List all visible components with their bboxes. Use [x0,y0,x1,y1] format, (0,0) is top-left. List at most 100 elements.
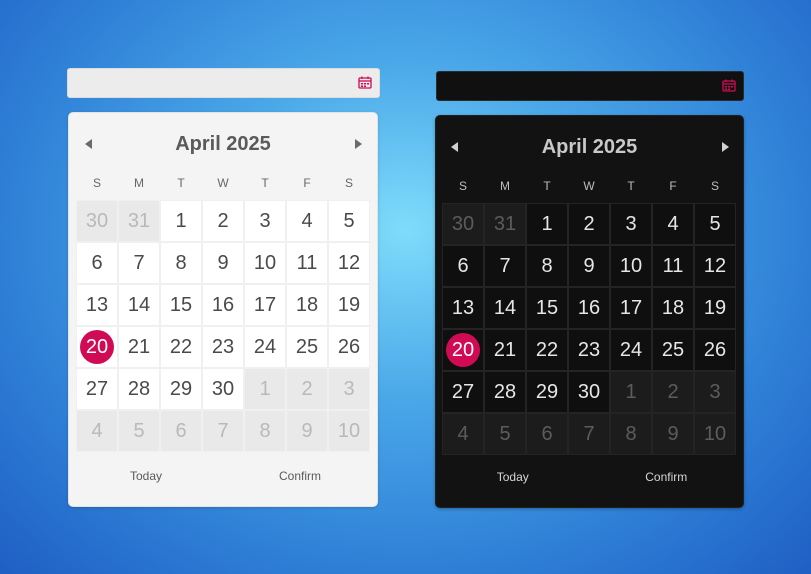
day-cell[interactable]: 22 [526,329,568,371]
day-cell[interactable]: 13 [76,284,118,326]
day-cell[interactable]: 2 [568,203,610,245]
day-cell[interactable]: 28 [484,371,526,413]
day-cell[interactable]: 4 [442,413,484,455]
day-cell[interactable]: 8 [610,413,652,455]
day-cell[interactable]: 20 [76,326,118,368]
day-cell[interactable]: 14 [118,284,160,326]
confirm-button[interactable]: Confirm [223,466,377,486]
month-title[interactable]: April 2025 [542,136,638,159]
day-cell[interactable]: 19 [328,284,370,326]
day-cell[interactable]: 25 [652,329,694,371]
day-cell[interactable]: 30 [202,368,244,410]
day-cell[interactable]: 9 [568,245,610,287]
day-cell[interactable]: 28 [118,368,160,410]
day-cell[interactable]: 15 [160,284,202,326]
day-cell[interactable]: 21 [118,326,160,368]
date-input-light[interactable] [67,68,380,98]
day-cell[interactable]: 22 [160,326,202,368]
day-cell[interactable]: 13 [442,287,484,329]
caret-right-icon[interactable] [717,138,733,156]
day-cell[interactable]: 26 [694,329,736,371]
day-cell[interactable]: 10 [328,410,370,452]
day-cell[interactable]: 18 [652,287,694,329]
day-cell[interactable]: 2 [652,371,694,413]
calendar-icon[interactable] [722,79,736,92]
day-cell[interactable]: 11 [652,245,694,287]
day-cell[interactable]: 31 [484,203,526,245]
day-cell[interactable]: 12 [694,245,736,287]
day-cell[interactable]: 16 [202,284,244,326]
selected-day[interactable]: 20 [80,330,114,364]
day-cell[interactable]: 30 [442,203,484,245]
day-cell[interactable]: 7 [484,245,526,287]
day-cell[interactable]: 1 [526,203,568,245]
day-cell[interactable]: 3 [328,368,370,410]
day-cell[interactable]: 9 [202,242,244,284]
day-cell[interactable]: 24 [244,326,286,368]
day-cell[interactable]: 6 [442,245,484,287]
month-title[interactable]: April 2025 [175,133,271,156]
day-cell[interactable]: 6 [76,242,118,284]
day-cell[interactable]: 23 [568,329,610,371]
calendar-icon[interactable] [358,76,372,89]
today-button[interactable]: Today [436,467,590,487]
day-cell[interactable]: 4 [652,203,694,245]
day-cell[interactable]: 1 [244,368,286,410]
caret-left-icon[interactable] [80,135,96,153]
day-cell[interactable]: 29 [526,371,568,413]
day-cell[interactable]: 23 [202,326,244,368]
day-cell[interactable]: 5 [118,410,160,452]
confirm-button[interactable]: Confirm [590,467,744,487]
day-cell[interactable]: 14 [484,287,526,329]
day-cell[interactable]: 2 [202,200,244,242]
caret-right-icon[interactable] [350,135,366,153]
date-input-dark[interactable] [436,71,744,101]
day-cell[interactable]: 24 [610,329,652,371]
day-cell[interactable]: 18 [286,284,328,326]
today-button[interactable]: Today [69,466,223,486]
day-cell[interactable]: 30 [76,200,118,242]
day-cell[interactable]: 5 [694,203,736,245]
day-cell[interactable]: 4 [286,200,328,242]
day-cell[interactable]: 9 [652,413,694,455]
day-cell[interactable]: 10 [610,245,652,287]
day-cell[interactable]: 3 [694,371,736,413]
day-cell[interactable]: 17 [244,284,286,326]
selected-day[interactable]: 20 [446,333,480,367]
day-cell[interactable]: 27 [76,368,118,410]
day-cell[interactable]: 20 [442,329,484,371]
day-cell[interactable]: 7 [118,242,160,284]
day-cell[interactable]: 21 [484,329,526,371]
day-cell[interactable]: 26 [328,326,370,368]
day-cell[interactable]: 10 [694,413,736,455]
day-cell[interactable]: 5 [484,413,526,455]
day-cell[interactable]: 25 [286,326,328,368]
day-cell[interactable]: 1 [610,371,652,413]
day-cell[interactable]: 15 [526,287,568,329]
day-cell[interactable]: 17 [610,287,652,329]
day-cell[interactable]: 6 [526,413,568,455]
day-cell[interactable]: 2 [286,368,328,410]
day-cell[interactable]: 27 [442,371,484,413]
day-cell[interactable]: 4 [76,410,118,452]
day-cell[interactable]: 8 [244,410,286,452]
day-cell[interactable]: 30 [568,371,610,413]
day-cell[interactable]: 1 [160,200,202,242]
day-cell[interactable]: 3 [244,200,286,242]
day-cell[interactable]: 16 [568,287,610,329]
day-cell[interactable]: 6 [160,410,202,452]
day-cell[interactable]: 11 [286,242,328,284]
day-cell[interactable]: 8 [160,242,202,284]
day-cell[interactable]: 5 [328,200,370,242]
day-cell[interactable]: 10 [244,242,286,284]
day-cell[interactable]: 9 [286,410,328,452]
day-cell[interactable]: 3 [610,203,652,245]
day-cell[interactable]: 7 [568,413,610,455]
day-cell[interactable]: 31 [118,200,160,242]
day-cell[interactable]: 19 [694,287,736,329]
day-cell[interactable]: 29 [160,368,202,410]
day-cell[interactable]: 7 [202,410,244,452]
caret-left-icon[interactable] [446,138,462,156]
day-cell[interactable]: 12 [328,242,370,284]
day-cell[interactable]: 8 [526,245,568,287]
